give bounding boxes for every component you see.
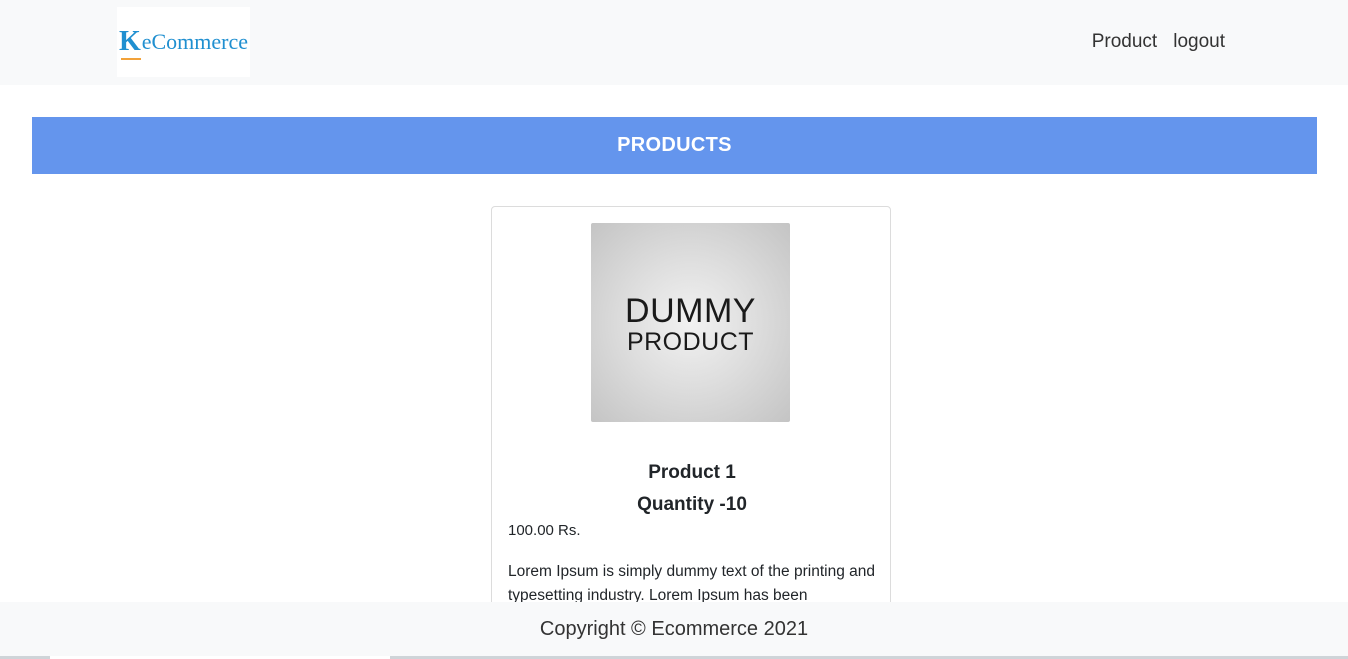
product-image-line2: PRODUCT	[626, 328, 755, 357]
product-name: Product 1	[648, 462, 736, 483]
product-title-block: Product 1 Quantity -10	[492, 457, 892, 521]
logo-text: eCommerce	[141, 29, 249, 54]
banner-title: PRODUCTS	[617, 134, 732, 156]
product-image: DUMMY PRODUCT	[591, 223, 790, 422]
product-card[interactable]: DUMMY PRODUCT Product 1 Quantity -10 100…	[491, 206, 891, 659]
product-price: 100.00 Rs.	[508, 522, 581, 539]
footer-copyright: Copyright © Ecommerce 2021	[539, 617, 809, 640]
navbar: K eCommerce Product logout	[0, 0, 1348, 85]
product-image-line1: DUMMY	[625, 291, 756, 330]
nav-link-logout[interactable]: logout	[1173, 31, 1225, 53]
product-description: Lorem Ipsum is simply dummy text of the …	[508, 563, 875, 604]
product-quantity: Quantity -10	[637, 494, 747, 515]
nav-links: Product logout	[1092, 31, 1225, 53]
logo-cart-icon: K	[119, 28, 141, 60]
site-logo[interactable]: K eCommerce	[117, 7, 250, 77]
nav-link-product[interactable]: Product	[1092, 31, 1157, 53]
products-banner: PRODUCTS	[32, 117, 1317, 174]
footer: Copyright © Ecommerce 2021	[0, 602, 1348, 656]
